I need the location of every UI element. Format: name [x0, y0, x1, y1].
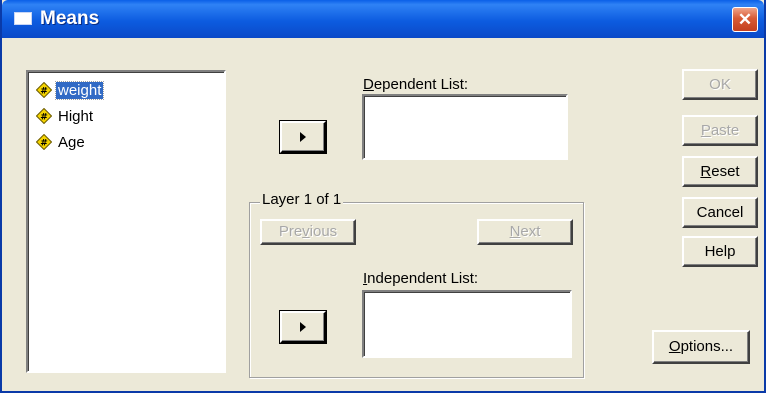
dependent-list[interactable] [362, 94, 568, 160]
window-title: Means [40, 8, 100, 29]
numeric-scale-icon: # [36, 108, 52, 124]
numeric-scale-icon: # [36, 134, 52, 150]
means-dialog: Means ✕ # weight # Hight # Age Dependent… [0, 0, 766, 393]
move-to-independent-button[interactable] [280, 311, 326, 343]
independent-list[interactable] [362, 290, 572, 358]
window-icon [14, 12, 32, 25]
ok-button[interactable]: OK [682, 69, 758, 100]
variable-item-age[interactable]: # Age [36, 132, 87, 152]
variable-label: weight [54, 80, 105, 100]
cancel-button[interactable]: Cancel [682, 197, 758, 228]
next-button[interactable]: Next [477, 219, 573, 245]
previous-button[interactable]: Previous [260, 219, 356, 245]
numeric-scale-icon: # [36, 82, 52, 98]
svg-text:#: # [40, 113, 48, 123]
dependent-list-label: Dependent List: [363, 76, 469, 93]
variable-item-hight[interactable]: # Hight [36, 106, 95, 126]
options-button[interactable]: Options... [652, 330, 750, 364]
right-arrow-icon [300, 322, 306, 332]
independent-list-label: Independent List: [363, 270, 479, 287]
reset-button[interactable]: Reset [682, 156, 758, 187]
paste-button[interactable]: Paste [682, 115, 758, 146]
variable-label: Hight [58, 107, 94, 125]
variable-label: Age [58, 133, 85, 151]
help-button[interactable]: Help [682, 236, 758, 267]
move-to-dependent-button[interactable] [280, 121, 326, 153]
svg-text:#: # [40, 87, 48, 97]
close-button[interactable]: ✕ [732, 7, 758, 32]
svg-text:#: # [40, 139, 48, 149]
variable-list[interactable]: # weight # Hight # Age [26, 70, 226, 373]
title-bar[interactable]: Means ✕ [2, 0, 764, 38]
layer-label: Layer 1 of 1 [260, 191, 344, 208]
variable-item-weight[interactable]: # weight [36, 80, 105, 100]
right-arrow-icon [300, 132, 306, 142]
